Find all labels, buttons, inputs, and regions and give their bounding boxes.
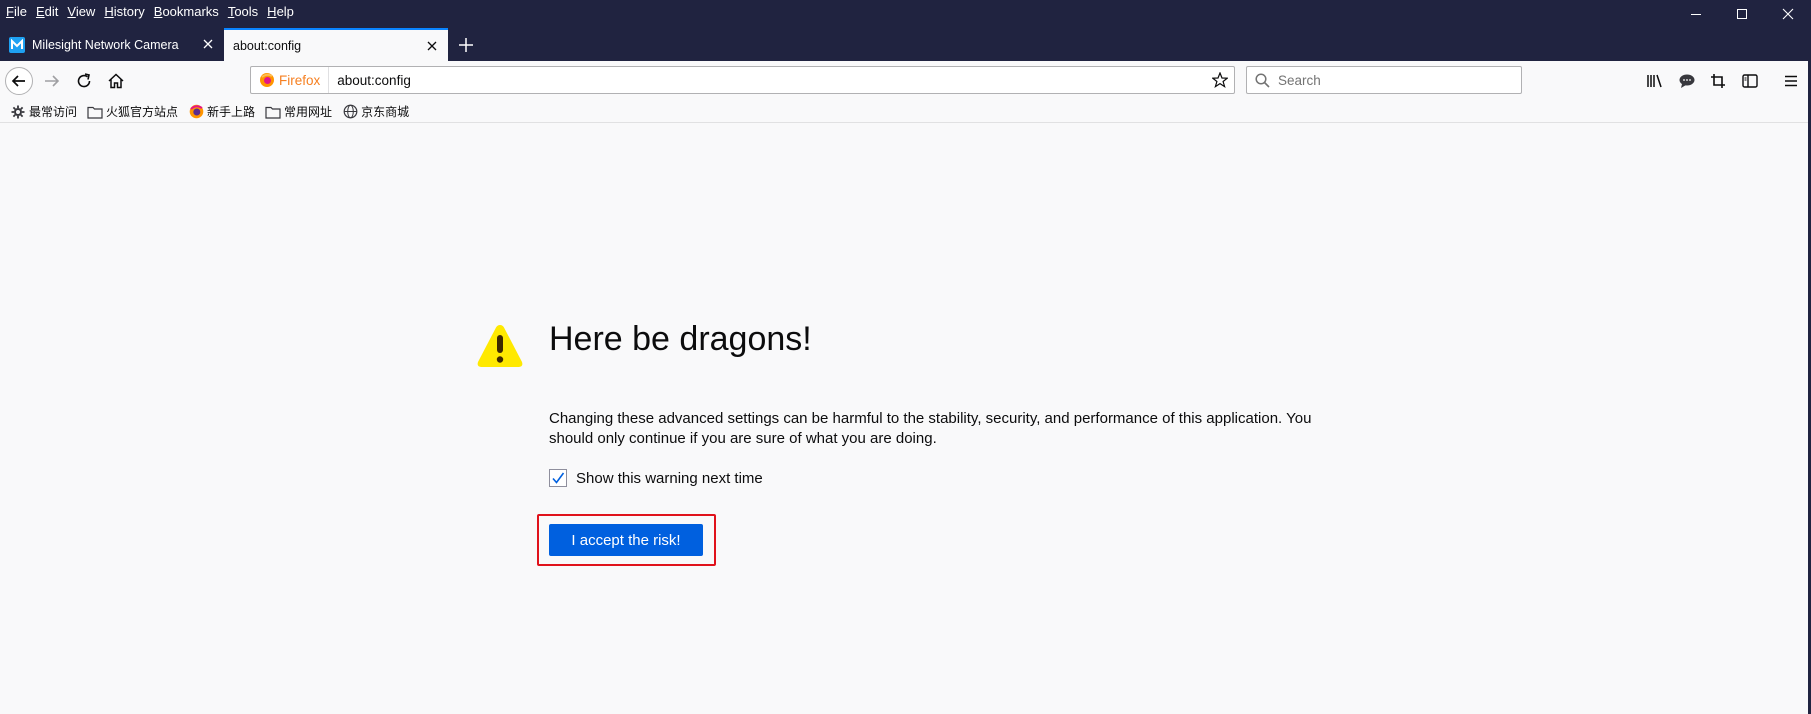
new-tab-button[interactable]: [448, 28, 484, 61]
milesight-m-icon: [9, 36, 25, 53]
show-warning-option: Show this warning next time: [549, 469, 763, 487]
search-icon: [1255, 72, 1270, 88]
reload-icon: [77, 73, 91, 88]
menu-bar: File Edit View History Bookmarks Tools H…: [0, 0, 303, 22]
chat-button[interactable]: [1677, 71, 1697, 91]
close-window-button[interactable]: [1765, 0, 1811, 28]
window-titlebar: File Edit View History Bookmarks Tools H…: [0, 0, 1811, 61]
bookmark-label: 新手上路: [207, 105, 256, 119]
hamburger-menu-icon: [1785, 75, 1797, 87]
url-bar[interactable]: Firefox about:config: [250, 66, 1235, 94]
warning-triangle-icon: [477, 325, 523, 367]
plus-icon: [459, 37, 473, 52]
menu-bookmarks[interactable]: Bookmarks: [154, 4, 219, 19]
tab-title: Milesight Network Camera: [32, 37, 179, 52]
show-warning-label[interactable]: Show this warning next time: [576, 470, 763, 487]
bookmark-label: 常用网址: [284, 105, 333, 119]
bookmark-most-visited[interactable]: 最常访问: [10, 103, 77, 120]
forward-button[interactable]: [36, 65, 68, 97]
tab-about-config[interactable]: about:config: [224, 28, 448, 61]
crop-icon: [1711, 74, 1725, 88]
folder-icon: [87, 104, 103, 120]
tab-strip: Milesight Network Camera about:config: [0, 28, 484, 61]
back-button[interactable]: [3, 65, 35, 97]
sidebar-icon: [1742, 74, 1758, 88]
identity-box[interactable]: Firefox: [251, 67, 330, 93]
forward-arrow-icon: [45, 75, 60, 87]
library-icon: [1647, 74, 1662, 88]
menu-history[interactable]: History: [104, 4, 144, 19]
close-icon: [1782, 8, 1794, 20]
bookmarks-toolbar: 最常访问 火狐官方站点 新手上路 常用网址 京东商城: [0, 101, 1811, 123]
tab-close-icon[interactable]: [200, 36, 216, 52]
page-title: Here be dragons!: [549, 320, 812, 358]
library-button[interactable]: [1645, 71, 1665, 91]
folder-icon: [265, 104, 281, 120]
speech-bubble-icon: [1679, 74, 1695, 88]
bookmark-label: 火狐官方站点: [106, 105, 179, 119]
checkmark-icon: [552, 472, 565, 484]
warning-message: Changing these advanced settings can be …: [549, 410, 1312, 447]
gear-icon: [10, 104, 26, 120]
bookmark-getting-started[interactable]: 新手上路: [188, 103, 255, 120]
open-menu-button[interactable]: [1781, 71, 1801, 91]
bookmark-label: 京东商城: [361, 105, 410, 119]
menu-view[interactable]: View: [67, 4, 95, 19]
window-controls: [1673, 0, 1811, 28]
menu-file[interactable]: File: [6, 4, 27, 19]
menu-edit[interactable]: Edit: [36, 4, 58, 19]
bookmark-firefox-official[interactable]: 火狐官方站点: [87, 103, 178, 120]
back-arrow-icon: [5, 67, 33, 95]
sidebar-button[interactable]: [1740, 71, 1760, 91]
tab-milesight[interactable]: Milesight Network Camera: [0, 28, 224, 61]
tab-title: about:config: [233, 38, 302, 53]
reload-button[interactable]: [68, 65, 100, 97]
show-warning-checkbox[interactable]: [549, 469, 567, 487]
home-button[interactable]: [100, 65, 132, 97]
maximize-button[interactable]: [1719, 0, 1765, 28]
home-icon: [108, 73, 124, 89]
globe-icon: [342, 104, 358, 120]
bookmark-label: 最常访问: [29, 105, 78, 119]
search-input[interactable]: [1276, 71, 1500, 89]
menu-help[interactable]: Help: [267, 4, 294, 19]
star-icon: [1212, 72, 1228, 88]
minimize-icon: [1691, 14, 1701, 15]
maximize-icon: [1737, 9, 1747, 19]
menu-tools[interactable]: Tools: [228, 4, 258, 19]
bookmark-common-sites[interactable]: 常用网址: [265, 103, 332, 120]
search-bar[interactable]: [1246, 66, 1522, 94]
firefox-icon: [260, 73, 274, 87]
bookmark-jd-mall[interactable]: 京东商城: [342, 103, 409, 120]
firefox-icon: [188, 104, 204, 120]
identity-label: Firefox: [279, 72, 321, 88]
url-text[interactable]: about:config: [329, 73, 1206, 88]
screenshot-button[interactable]: [1708, 71, 1728, 91]
bookmark-star-button[interactable]: [1206, 72, 1234, 88]
accept-risk-button[interactable]: I accept the risk!: [549, 524, 703, 556]
tab-close-icon[interactable]: [424, 38, 440, 54]
minimize-button[interactable]: [1673, 0, 1719, 28]
